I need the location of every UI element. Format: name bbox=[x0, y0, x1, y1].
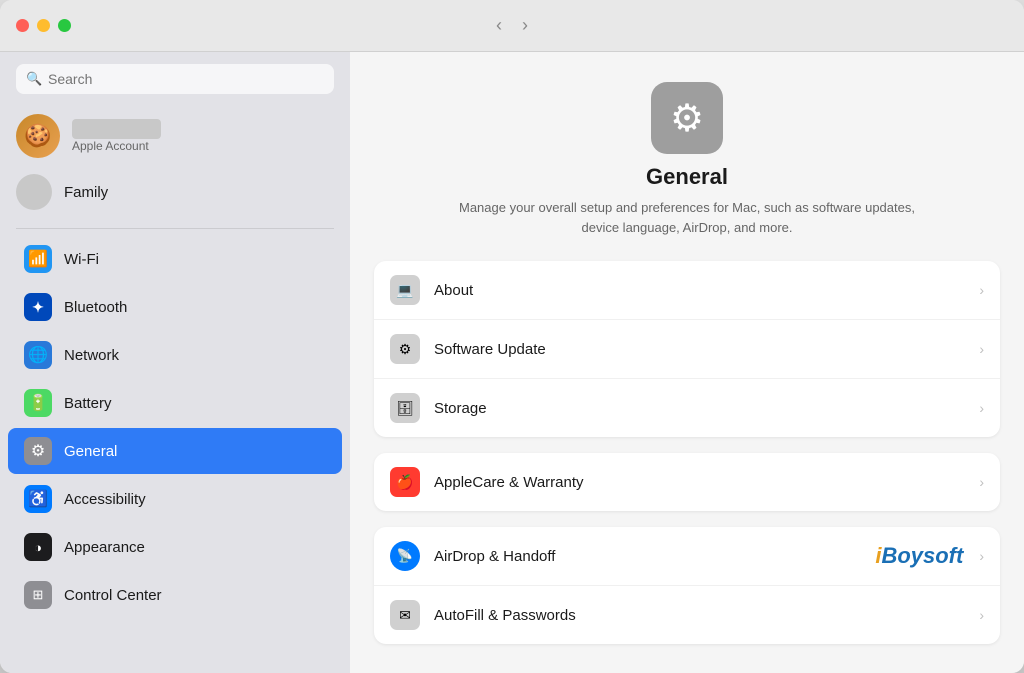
sidebar-item-accessibility[interactable]: ♿ Accessibility bbox=[8, 476, 342, 522]
sidebar-item-label-wifi: Wi-Fi bbox=[64, 251, 99, 268]
page-icon: ⚙ bbox=[651, 82, 723, 154]
airdrop-label: AirDrop & Handoff bbox=[434, 548, 875, 565]
content-area: 🔍 🍪 User Name Apple Account Family bbox=[0, 52, 1024, 673]
divider-1 bbox=[16, 228, 334, 229]
back-button[interactable]: ‹ bbox=[490, 13, 508, 38]
user-info: User Name Apple Account bbox=[72, 119, 161, 153]
sidebar-item-label-general: General bbox=[64, 443, 117, 460]
sidebar-item-label-battery: Battery bbox=[64, 395, 112, 412]
battery-icon: 🔋 bbox=[24, 389, 52, 417]
appearance-icon: ◑ bbox=[24, 533, 52, 561]
about-chevron-icon: › bbox=[979, 282, 984, 298]
sidebar-item-control-center[interactable]: ⊞ Control Center bbox=[8, 572, 342, 618]
applecare-chevron-icon: › bbox=[979, 474, 984, 490]
autofill-chevron-icon: › bbox=[979, 607, 984, 623]
accessibility-icon: ♿ bbox=[24, 485, 52, 513]
settings-row-software-update[interactable]: ⚙ Software Update › bbox=[374, 320, 1000, 379]
user-subtitle: Apple Account bbox=[72, 139, 161, 153]
sidebar-item-appearance[interactable]: ◑ Appearance bbox=[8, 524, 342, 570]
general-icon: ⚙ bbox=[24, 437, 52, 465]
settings-group-3: 📡 AirDrop & Handoff iBoysoft › ✉ AutoFil… bbox=[374, 527, 1000, 644]
avatar: 🍪 bbox=[16, 114, 60, 158]
traffic-lights bbox=[16, 19, 71, 32]
about-label: About bbox=[434, 282, 979, 299]
settings-list: 💻 About › ⚙ Software Update › 🗄 Storage … bbox=[350, 261, 1024, 673]
main-content: ⚙ General Manage your overall setup and … bbox=[350, 52, 1024, 673]
bluetooth-icon: ✦ bbox=[24, 293, 52, 321]
search-icon: 🔍 bbox=[26, 71, 42, 87]
page-description: Manage your overall setup and preference… bbox=[447, 198, 927, 237]
family-section[interactable]: Family bbox=[0, 170, 350, 222]
system-settings-window: ‹ › 🔍 🍪 User Name Apple Account bbox=[0, 0, 1024, 673]
user-name: User Name bbox=[72, 119, 161, 139]
sidebar-item-battery[interactable]: 🔋 Battery bbox=[8, 380, 342, 426]
applecare-label: AppleCare & Warranty bbox=[434, 474, 979, 491]
airdrop-icon: 📡 bbox=[390, 541, 420, 571]
settings-row-storage[interactable]: 🗄 Storage › bbox=[374, 379, 1000, 437]
software-update-label: Software Update bbox=[434, 341, 979, 358]
about-icon: 💻 bbox=[390, 275, 420, 305]
applecare-icon: 🍎 bbox=[390, 467, 420, 497]
sidebar-item-label-appearance: Appearance bbox=[64, 539, 145, 556]
maximize-button[interactable] bbox=[58, 19, 71, 32]
airdrop-chevron-icon: › bbox=[979, 548, 984, 564]
settings-row-autofill[interactable]: ✉ AutoFill & Passwords › bbox=[374, 586, 1000, 644]
sidebar-item-bluetooth[interactable]: ✦ Bluetooth bbox=[8, 284, 342, 330]
storage-icon: 🗄 bbox=[390, 393, 420, 423]
sidebar-item-label-control-center: Control Center bbox=[64, 587, 162, 604]
family-avatar bbox=[16, 174, 52, 210]
search-container: 🔍 bbox=[0, 52, 350, 106]
page-header: ⚙ General Manage your overall setup and … bbox=[350, 52, 1024, 261]
minimize-button[interactable] bbox=[37, 19, 50, 32]
page-title: General bbox=[646, 164, 728, 190]
sidebar-item-label-accessibility: Accessibility bbox=[64, 491, 146, 508]
close-button[interactable] bbox=[16, 19, 29, 32]
settings-row-airdrop[interactable]: 📡 AirDrop & Handoff iBoysoft › bbox=[374, 527, 1000, 586]
watermark-text: iBoysoft bbox=[875, 543, 963, 569]
titlebar: ‹ › bbox=[0, 0, 1024, 52]
forward-button[interactable]: › bbox=[516, 13, 534, 38]
storage-chevron-icon: › bbox=[979, 400, 984, 416]
sidebar-item-label-bluetooth: Bluetooth bbox=[64, 299, 127, 316]
storage-label: Storage bbox=[434, 400, 979, 417]
autofill-label: AutoFill & Passwords bbox=[434, 607, 979, 624]
settings-group-2: 🍎 AppleCare & Warranty › bbox=[374, 453, 1000, 511]
sidebar: 🔍 🍪 User Name Apple Account Family bbox=[0, 52, 350, 673]
settings-row-applecare[interactable]: 🍎 AppleCare & Warranty › bbox=[374, 453, 1000, 511]
sidebar-item-general[interactable]: ⚙ General bbox=[8, 428, 342, 474]
wifi-icon: 📶 bbox=[24, 245, 52, 273]
software-update-chevron-icon: › bbox=[979, 341, 984, 357]
settings-row-about[interactable]: 💻 About › bbox=[374, 261, 1000, 320]
control-center-icon: ⊞ bbox=[24, 581, 52, 609]
autofill-icon: ✉ bbox=[390, 600, 420, 630]
family-label: Family bbox=[64, 184, 108, 201]
search-input[interactable] bbox=[16, 64, 334, 94]
settings-group-1: 💻 About › ⚙ Software Update › 🗄 Storage … bbox=[374, 261, 1000, 437]
network-icon: 🌐 bbox=[24, 341, 52, 369]
sidebar-item-network[interactable]: 🌐 Network bbox=[8, 332, 342, 378]
watermark: iBoysoft bbox=[875, 543, 971, 569]
software-update-icon: ⚙ bbox=[390, 334, 420, 364]
sidebar-item-label-network: Network bbox=[64, 347, 119, 364]
sidebar-item-wifi[interactable]: 📶 Wi-Fi bbox=[8, 236, 342, 282]
user-account-section[interactable]: 🍪 User Name Apple Account bbox=[0, 106, 350, 170]
